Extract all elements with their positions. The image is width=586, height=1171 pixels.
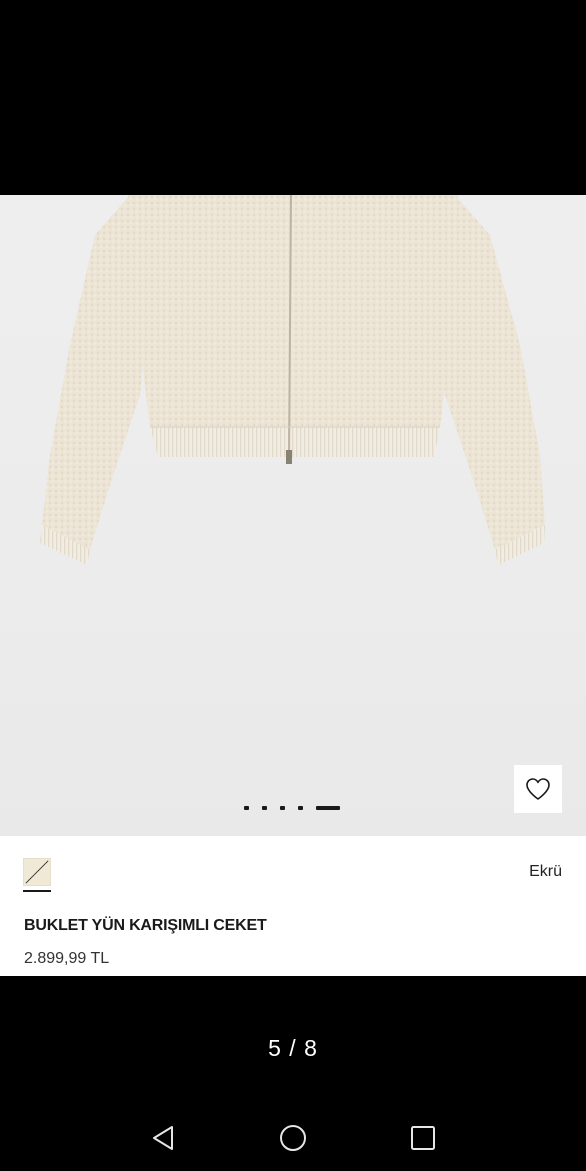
indicator-dot	[262, 806, 267, 810]
product-image[interactable]	[0, 195, 586, 836]
swatch-selected-underline	[23, 890, 51, 892]
gallery-counter: 5 / 8	[268, 1035, 318, 1061]
color-swatch[interactable]	[23, 858, 51, 886]
color-name: Ekrü	[529, 863, 562, 880]
wishlist-button[interactable]	[514, 765, 562, 813]
home-circle-icon[interactable]	[278, 1123, 308, 1153]
cardigan-illustration	[40, 195, 545, 565]
system-navigation-bar	[0, 1100, 586, 1171]
swatch-selected-icon	[25, 860, 49, 884]
indicator-dot	[244, 806, 249, 810]
product-price: 2.899,99 TL	[24, 950, 110, 967]
recents-square-icon[interactable]	[408, 1123, 438, 1153]
gallery-indicator	[244, 806, 340, 810]
product-info-panel: Ekrü BUKLET YÜN KARIŞIMLI CEKET 2.899,99…	[0, 836, 586, 976]
heart-icon	[526, 778, 550, 800]
product-title: BUKLET YÜN KARIŞIMLI CEKET	[24, 917, 267, 934]
indicator-dot-active	[316, 806, 340, 810]
screen: Ekrü BUKLET YÜN KARIŞIMLI CEKET 2.899,99…	[0, 0, 586, 1171]
indicator-dot	[280, 806, 285, 810]
back-triangle-icon[interactable]	[148, 1123, 178, 1153]
top-black-area	[0, 0, 586, 195]
indicator-dot	[298, 806, 303, 810]
